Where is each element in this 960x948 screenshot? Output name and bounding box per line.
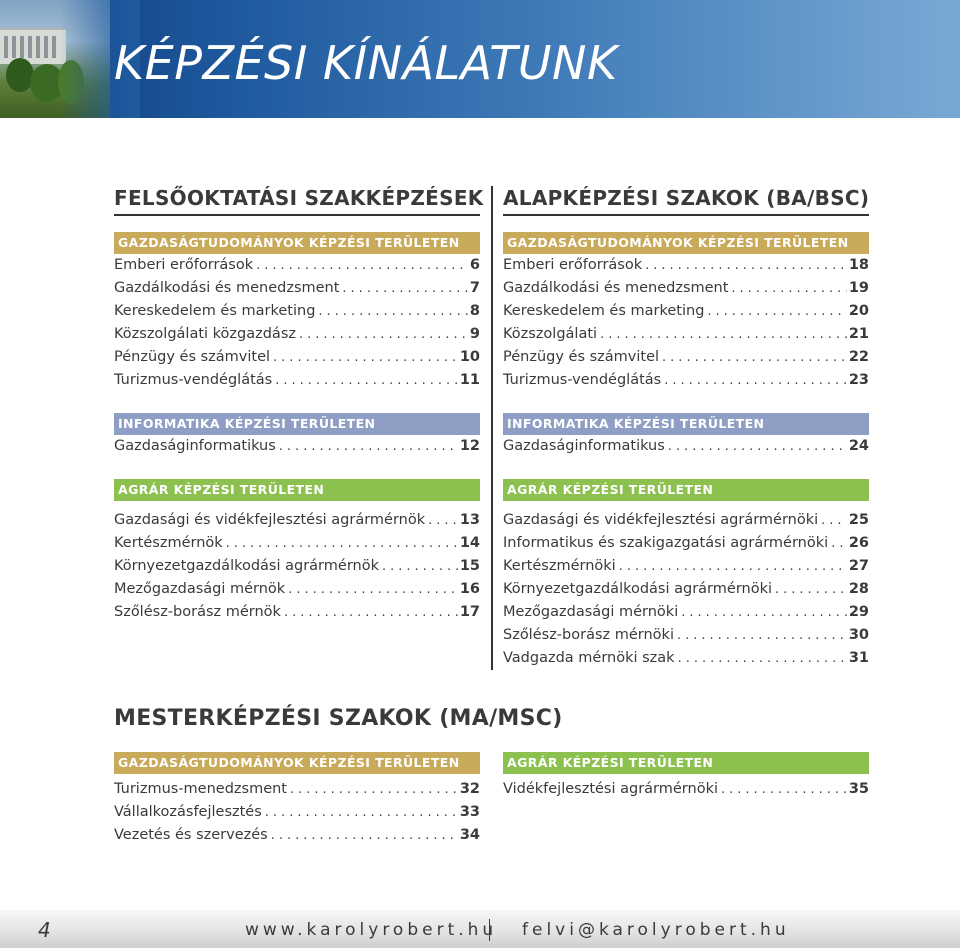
msc-left-column: GAZDASÁGTUDOMÁNYOK KÉPZÉSI TERÜLETEN Tur… xyxy=(114,752,480,847)
section-title-mesterkepzesi: MESTERKÉPZÉSI SZAKOK (MA/MSC) xyxy=(114,706,563,731)
category-header-informatika: INFORMATIKA KÉPZÉSI TERÜLETEN xyxy=(503,413,869,435)
entry-list: Turizmus-menedzsment32 Vállalkozásfejles… xyxy=(114,778,480,847)
list-item[interactable]: Gazdálkodási és menedzsment19 xyxy=(503,277,869,300)
msc-right-column: AGRÁR KÉPZÉSI TERÜLETEN Vidékfejlesztési… xyxy=(503,752,869,801)
list-item[interactable]: Kereskedelem és marketing20 xyxy=(503,300,869,323)
list-item[interactable]: Kereskedelem és marketing8 xyxy=(114,300,480,323)
list-item[interactable]: Vállalkozásfejlesztés33 xyxy=(114,801,480,824)
list-item[interactable]: Közszolgálati közgazdász9 xyxy=(114,323,480,346)
right-column: ALAPKÉPZÉSI SZAKOK (BA/BSC) GAZDASÁGTUDO… xyxy=(503,186,869,670)
list-item[interactable]: Gazdálkodási és menedzsment7 xyxy=(114,277,480,300)
list-item[interactable]: Gazdasági és vidékfejlesztési agrármérnö… xyxy=(503,509,869,532)
email-link[interactable]: felvi@karolyrobert.hu xyxy=(522,920,790,940)
list-item[interactable]: Vadgazda mérnöki szak31 xyxy=(503,647,869,670)
list-item[interactable]: Turizmus-vendéglátás23 xyxy=(503,369,869,392)
list-item[interactable]: Emberi erőforrások6 xyxy=(114,254,480,277)
category-header-agrar: AGRÁR KÉPZÉSI TERÜLETEN xyxy=(114,479,480,501)
msc-section: MESTERKÉPZÉSI SZAKOK (MA/MSC) GAZDASÁGTU… xyxy=(114,706,869,843)
list-item[interactable]: Turizmus-menedzsment32 xyxy=(114,778,480,801)
list-item[interactable]: Informatikus és szakigazgatási agrármérn… xyxy=(503,532,869,555)
header-banner: KÉPZÉSI KÍNÁLATUNK xyxy=(0,0,960,118)
entry-list: Emberi erőforrások6 Gazdálkodási és mene… xyxy=(114,254,480,392)
list-item[interactable]: Közszolgálati21 xyxy=(503,323,869,346)
list-item[interactable]: Szőlész-borász mérnök17 xyxy=(114,601,480,624)
entry-list: Gazdasági és vidékfejlesztési agrármérnö… xyxy=(114,509,480,624)
section-title-felsooktatasi: FELSŐOKTATÁSI SZAKKÉPZÉSEK xyxy=(114,186,483,216)
footer-bar: 4 www.karolyrobert.hu felvi@karolyrobert… xyxy=(0,910,960,948)
list-item[interactable]: Vezetés és szervezés34 xyxy=(114,824,480,847)
list-item[interactable]: Mezőgazdasági mérnök16 xyxy=(114,578,480,601)
category-header-gazdasag: GAZDASÁGTUDOMÁNYOK KÉPZÉSI TERÜLETEN xyxy=(114,232,480,254)
list-item[interactable]: Pénzügy és számvitel22 xyxy=(503,346,869,369)
building-image xyxy=(0,28,66,64)
entry-list: Gazdasági és vidékfejlesztési agrármérnö… xyxy=(503,509,869,670)
list-item[interactable]: Gazdaságinformatikus12 xyxy=(114,435,480,458)
entry-list: Gazdaságinformatikus24 xyxy=(503,435,869,458)
list-item[interactable]: Vidékfejlesztési agrármérnöki35 xyxy=(503,778,869,801)
entry-list: Vidékfejlesztési agrármérnöki35 xyxy=(503,778,869,801)
list-item[interactable]: Mezőgazdasági mérnöki29 xyxy=(503,601,869,624)
page-number: 4 xyxy=(38,918,51,942)
left-column: FELSŐOKTATÁSI SZAKKÉPZÉSEK GAZDASÁGTUDOM… xyxy=(114,186,483,624)
list-item[interactable]: Környezetgazdálkodási agrármérnök15 xyxy=(114,555,480,578)
list-item[interactable]: Pénzügy és számvitel10 xyxy=(114,346,480,369)
category-header-informatika: INFORMATIKA KÉPZÉSI TERÜLETEN xyxy=(114,413,480,435)
entry-list: Gazdaságinformatikus12 xyxy=(114,435,480,458)
page-title: KÉPZÉSI KÍNÁLATUNK xyxy=(114,36,618,90)
category-header-agrar: AGRÁR KÉPZÉSI TERÜLETEN xyxy=(503,752,869,774)
list-item[interactable]: Szőlész-borász mérnöki30 xyxy=(503,624,869,647)
list-item[interactable]: Turizmus-vendéglátás11 xyxy=(114,369,480,392)
entry-list: Emberi erőforrások18 Gazdálkodási és men… xyxy=(503,254,869,392)
list-item[interactable]: Kertészmérnöki27 xyxy=(503,555,869,578)
list-item[interactable]: Környezetgazdálkodási agrármérnöki28 xyxy=(503,578,869,601)
list-item[interactable]: Emberi erőforrások18 xyxy=(503,254,869,277)
list-item[interactable]: Gazdaságinformatikus24 xyxy=(503,435,869,458)
list-item[interactable]: Gazdasági és vidékfejlesztési agrármérnö… xyxy=(114,509,480,532)
category-header-gazdasag: GAZDASÁGTUDOMÁNYOK KÉPZÉSI TERÜLETEN xyxy=(503,232,869,254)
category-header-agrar: AGRÁR KÉPZÉSI TERÜLETEN xyxy=(503,479,869,501)
footer-divider xyxy=(489,919,490,941)
website-link[interactable]: www.karolyrobert.hu xyxy=(245,920,497,940)
section-title-alapkepzesi: ALAPKÉPZÉSI SZAKOK (BA/BSC) xyxy=(503,186,869,216)
category-header-gazdasag: GAZDASÁGTUDOMÁNYOK KÉPZÉSI TERÜLETEN xyxy=(114,752,480,774)
list-item[interactable]: Kertészmérnök14 xyxy=(114,532,480,555)
column-divider xyxy=(491,186,493,670)
